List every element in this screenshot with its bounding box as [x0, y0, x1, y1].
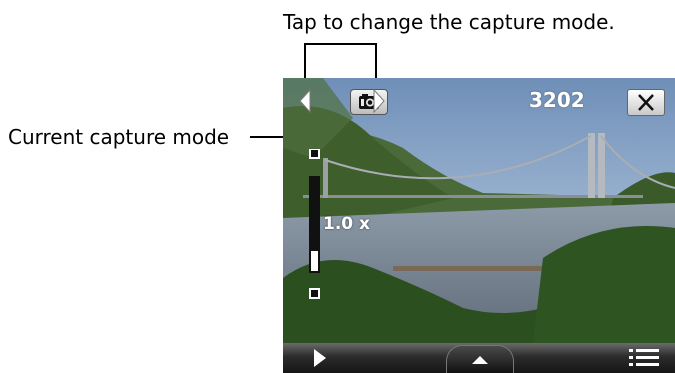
callout-bracket-right [375, 43, 377, 81]
callout-bracket-top [304, 43, 377, 45]
camera-screen: 3202 1.0 x [283, 78, 675, 373]
menu-icon[interactable] [627, 346, 661, 370]
viewfinder-image [283, 78, 675, 343]
triangle-left-icon[interactable] [298, 87, 312, 115]
expand-button[interactable] [446, 345, 514, 373]
triangle-right-icon[interactable] [372, 87, 386, 115]
close-icon [638, 94, 654, 111]
zoom-slider[interactable] [307, 149, 323, 305]
callout-bracket-left [304, 43, 306, 81]
zoom-level-label: 1.0 x [323, 214, 370, 234]
callout-current-mode-text: Current capture mode [8, 125, 230, 149]
close-button[interactable] [627, 89, 665, 116]
play-icon[interactable] [311, 347, 329, 369]
chevron-up-icon [472, 356, 488, 364]
bottom-toolbar [283, 343, 675, 373]
remaining-shots-count: 3202 [529, 88, 585, 112]
callout-change-mode-text: Tap to change the capture mode. [283, 10, 615, 34]
